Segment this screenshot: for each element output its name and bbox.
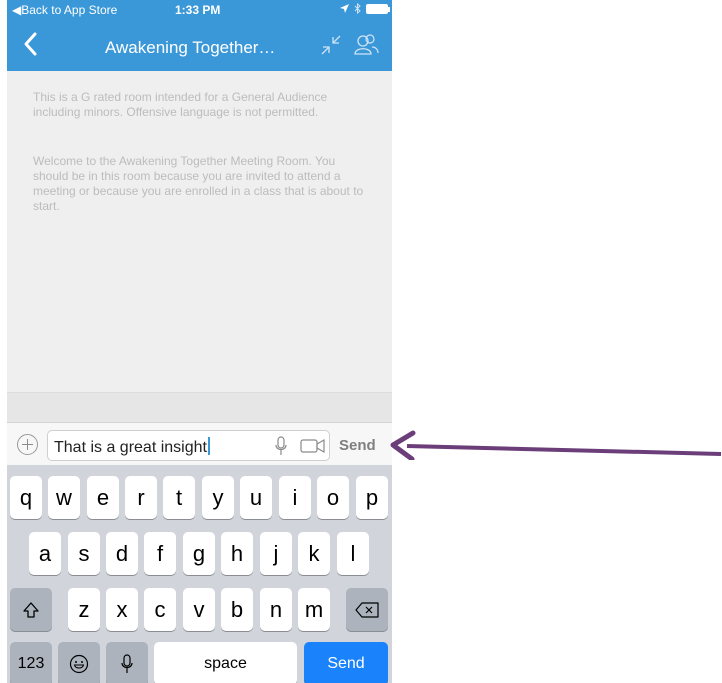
key-j[interactable]: j xyxy=(260,532,292,575)
message-input-bar: That is a great insight Send xyxy=(7,422,392,465)
backspace-icon xyxy=(355,601,379,618)
room-title: Awakening Together… xyxy=(105,38,276,57)
key-z[interactable]: z xyxy=(68,588,100,631)
key-s[interactable]: s xyxy=(68,532,100,575)
key-e[interactable]: e xyxy=(87,476,119,519)
chat-bottom-strip xyxy=(7,392,392,422)
key-q[interactable]: q xyxy=(10,476,42,519)
key-v[interactable]: v xyxy=(183,588,215,631)
key-f[interactable]: f xyxy=(144,532,176,575)
bluetooth-icon xyxy=(354,3,361,14)
send-button[interactable]: Send xyxy=(339,437,376,454)
emoji-key[interactable] xyxy=(58,642,100,683)
location-icon xyxy=(340,3,349,13)
dictation-key[interactable] xyxy=(106,642,148,683)
key-p[interactable]: p xyxy=(356,476,388,519)
shift-key[interactable] xyxy=(10,588,52,631)
battery-icon xyxy=(366,3,390,14)
key-c[interactable]: c xyxy=(144,588,176,631)
key-o[interactable]: o xyxy=(317,476,349,519)
message-input-value: That is a great insight xyxy=(54,439,207,456)
key-i[interactable]: i xyxy=(279,476,311,519)
key-u[interactable]: u xyxy=(240,476,272,519)
microphone-icon[interactable] xyxy=(274,436,288,456)
nav-bar: Awakening Together… xyxy=(7,20,392,71)
key-l[interactable]: l xyxy=(337,532,369,575)
key-r[interactable]: r xyxy=(125,476,157,519)
system-message: Welcome to the Awakening Together Meetin… xyxy=(33,154,364,213)
text-cursor xyxy=(207,437,210,455)
plus-icon[interactable] xyxy=(17,434,38,455)
key-t[interactable]: t xyxy=(163,476,195,519)
key-x[interactable]: x xyxy=(106,588,138,631)
status-time: 1:33 PM xyxy=(175,3,221,17)
chat-area[interactable]: This is a G rated room intended for a Ge… xyxy=(7,71,392,422)
key-w[interactable]: w xyxy=(48,476,80,519)
key-n[interactable]: n xyxy=(260,588,292,631)
key-d[interactable]: d xyxy=(106,532,138,575)
status-icons xyxy=(340,3,390,14)
delete-key[interactable] xyxy=(346,588,388,631)
keyboard: q w e r t y u i o p a s d f g h j k l z … xyxy=(7,465,392,683)
key-a[interactable]: a xyxy=(29,532,61,575)
key-m[interactable]: m xyxy=(298,588,330,631)
annotation-arrow xyxy=(390,430,722,460)
key-k[interactable]: k xyxy=(298,532,330,575)
status-bar: ◀Back to App Store 1:33 PM xyxy=(7,0,392,20)
emoji-icon xyxy=(69,654,89,673)
numbers-key[interactable]: 123 xyxy=(10,642,52,683)
space-key[interactable]: space xyxy=(154,642,297,683)
keyboard-send-key[interactable]: Send xyxy=(304,642,388,683)
key-y[interactable]: y xyxy=(202,476,234,519)
collapse-arrows-icon[interactable] xyxy=(319,33,343,57)
microphone-icon xyxy=(121,653,133,673)
people-icon[interactable] xyxy=(353,32,379,58)
system-message: This is a G rated room intended for a Ge… xyxy=(33,90,328,119)
message-input-text: That is a great insight xyxy=(54,437,210,457)
video-camera-icon[interactable] xyxy=(300,438,326,454)
back-to-app-store-link[interactable]: ◀Back to App Store xyxy=(12,3,117,17)
key-h[interactable]: h xyxy=(221,532,253,575)
phone-screen: ◀Back to App Store 1:33 PM Awakening Tog… xyxy=(7,0,392,683)
message-input[interactable]: That is a great insight xyxy=(47,430,330,461)
shift-icon xyxy=(23,601,39,618)
chevron-left-icon[interactable] xyxy=(21,31,41,57)
key-b[interactable]: b xyxy=(221,588,253,631)
key-g[interactable]: g xyxy=(183,532,215,575)
